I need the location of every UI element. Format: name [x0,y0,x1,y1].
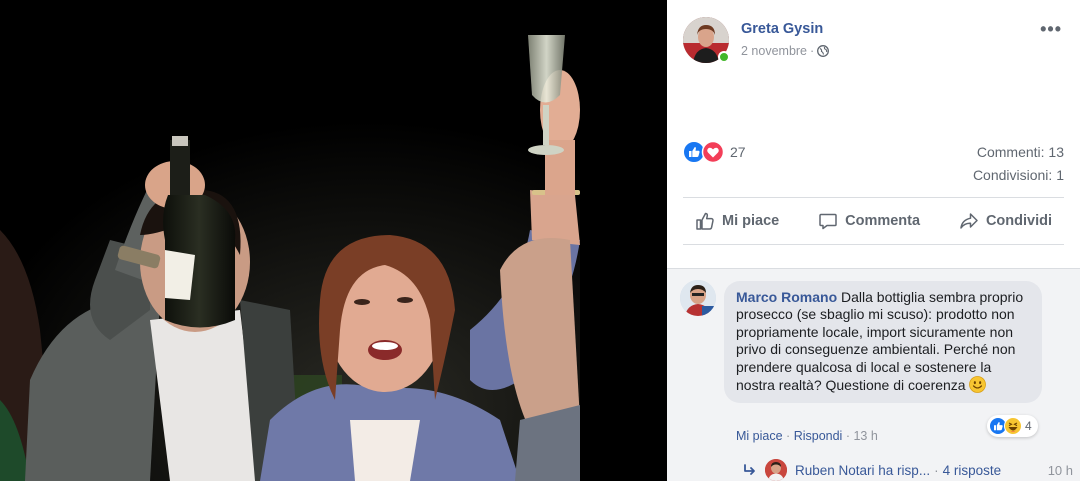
comment-reply-link[interactable]: Rispondi [794,429,843,443]
haha-icon [1004,417,1022,435]
online-status-dot [718,51,730,63]
love-icon [701,141,725,163]
divider [683,197,1064,198]
comment-actions-separator: · [845,429,850,443]
smiley-icon [969,376,987,393]
commenter-name[interactable]: Marco Romano [736,289,837,305]
post-date[interactable]: 2 novembre [741,44,807,58]
comments-section: Marco Romano Dalla bottiglia sembra prop… [667,268,1080,481]
comment-reactions-count: 4 [1025,419,1032,433]
more-options-button[interactable]: ••• [1040,19,1062,40]
replies-preview[interactable]: Ruben Notari ha risp... [795,463,930,478]
like-button[interactable]: Mi piace [683,203,791,239]
globe-icon[interactable] [817,45,830,57]
comments-count[interactable]: Commenti: 13 [977,144,1064,160]
comment-button[interactable]: Commenta [806,203,932,239]
share-icon [960,213,978,229]
meta-separator: · [810,44,815,58]
reply-arrow-icon [744,464,755,475]
replies-count[interactable]: 4 risposte [943,463,1002,478]
share-button[interactable]: Condividi [947,203,1064,239]
photo-image [0,0,667,481]
comment-like-link[interactable]: Mi piace [736,429,783,443]
reaction-icons[interactable] [683,141,727,163]
replies-time: 10 h [1047,462,1073,478]
comment-reactions[interactable]: 4 [987,415,1038,437]
comment-time[interactable]: 13 h [853,429,877,443]
post-photo[interactable] [0,0,667,481]
like-label: Mi piace [722,213,780,229]
comment-bubble: Marco Romano Dalla bottiglia sembra prop… [724,281,1042,404]
like-icon [989,417,1007,435]
post-stats: 27 Commenti: 13 Condivisioni: 1 [683,139,1064,189]
post-meta: 2 novembre · [741,44,830,58]
comment-reaction-icons [989,417,1022,435]
reactions-count[interactable]: 27 [730,144,746,160]
comment-icon [819,213,837,230]
comment-actions: Mi piace · Rispondi · 13 h [736,429,878,443]
commenter-avatar[interactable] [680,280,716,316]
like-icon [683,141,705,163]
post-actions: Mi piace Commenta Condividi [683,203,1064,239]
replies-separator: · [934,462,939,478]
post-author-name[interactable]: Greta Gysin [741,21,823,37]
post-header: Greta Gysin 2 novembre · ••• [683,17,1070,65]
thumbs-up-icon [696,212,714,230]
divider [683,244,1064,245]
comment-label: Commenta [845,213,921,229]
replier-avatar [765,459,787,481]
share-label: Condividi [985,213,1052,229]
post-panel: Greta Gysin 2 novembre · ••• 27 Commenti… [667,0,1080,481]
shares-count[interactable]: Condivisioni: 1 [973,167,1064,183]
comment-actions-separator: · [786,429,791,443]
replies-link[interactable]: Ruben Notari ha risp... · 4 risposte 10 … [743,458,1073,481]
